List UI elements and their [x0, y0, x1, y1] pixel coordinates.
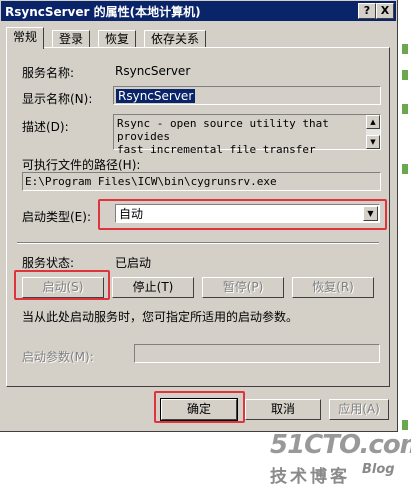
title-bar[interactable]: RsyncServer 的属性(本地计算机) ? X: [1, 1, 396, 21]
tab-dependencies[interactable]: 依存关系: [144, 30, 207, 48]
background-window-edge: [398, 0, 411, 503]
start-params-hint: 当从此处启动服务时，您可指定所适用的启动参数。: [22, 310, 299, 324]
divider: [17, 242, 379, 244]
description-line: Rsync - open source utility that provide…: [117, 117, 329, 143]
stop-button[interactable]: 停止(T): [112, 277, 194, 298]
startup-type-highlight: [98, 199, 387, 230]
start-button-highlight: [14, 270, 110, 300]
start-params-field[interactable]: [134, 344, 380, 363]
green-marker: [402, 44, 408, 54]
watermark-blog-en: Blog: [362, 462, 395, 477]
display-name-label: 显示名称(N):: [22, 92, 93, 106]
green-marker: [402, 70, 408, 80]
description-text: Rsync - open source utility that provide…: [117, 117, 380, 156]
start-params-label: 启动参数(M):: [22, 350, 94, 364]
service-status-label: 服务状态:: [22, 256, 75, 270]
pause-button[interactable]: 暂停(P): [202, 277, 284, 298]
apply-button[interactable]: 应用(A): [329, 399, 389, 420]
service-name-value: RsyncServer: [115, 64, 191, 78]
ok-button-highlight: [154, 391, 245, 423]
service-name-label: 服务名称:: [22, 66, 75, 80]
description-label: 描述(D):: [22, 120, 69, 134]
help-button[interactable]: ?: [358, 3, 376, 19]
resume-button[interactable]: 恢复(R): [292, 277, 374, 298]
description-field[interactable]: Rsync - open source utility that provide…: [113, 114, 381, 156]
tab-logon[interactable]: 登录: [52, 30, 91, 48]
watermark-blog: 技术博客: [270, 467, 350, 487]
exe-path-value: E:\Program Files\ICW\bin\cygrunsrv.exe: [25, 175, 277, 188]
description-scrollbar[interactable]: ▲ ▼: [366, 115, 380, 149]
green-marker: [402, 420, 408, 430]
window-title: RsyncServer 的属性(本地计算机): [5, 5, 201, 19]
green-marker: [402, 104, 408, 114]
scroll-up-icon[interactable]: ▲: [366, 115, 380, 129]
service-status-value: 已启动: [115, 256, 152, 270]
close-button[interactable]: X: [376, 3, 394, 19]
exe-path-field[interactable]: E:\Program Files\ICW\bin\cygrunsrv.exe: [22, 172, 381, 191]
scroll-down-icon[interactable]: ▼: [366, 135, 380, 149]
green-marker: [402, 164, 408, 174]
display-name-value: RsyncServer: [116, 89, 196, 103]
display-name-field[interactable]: RsyncServer: [113, 86, 381, 105]
exe-path-label: 可执行文件的路径(H):: [22, 158, 141, 172]
tab-general[interactable]: 常规: [6, 27, 45, 49]
watermark-site: 51CTO.com: [270, 430, 411, 460]
description-line: fast incremental file transfer: [117, 143, 316, 156]
startup-type-label: 启动类型(E):: [22, 210, 91, 224]
cancel-button[interactable]: 取消: [245, 399, 321, 420]
tab-recovery[interactable]: 恢复: [98, 30, 137, 48]
